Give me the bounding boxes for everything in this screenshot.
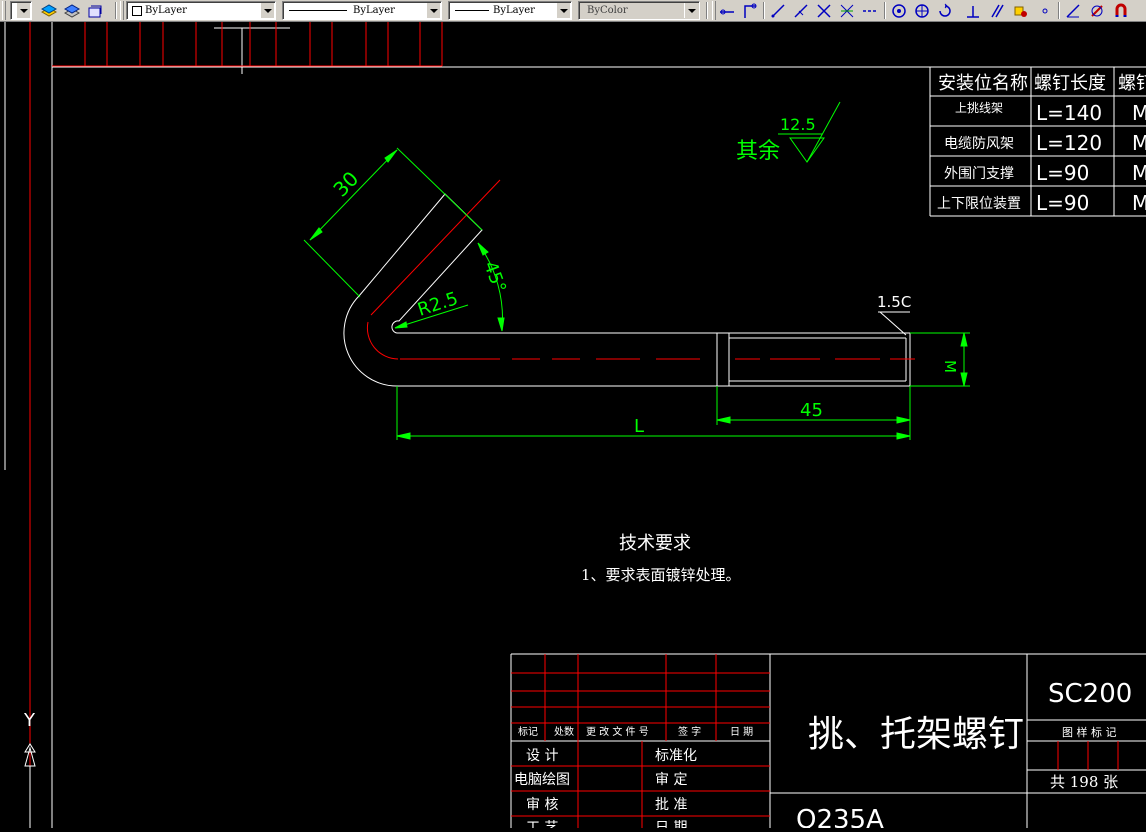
bolt-table-cell: M	[1132, 161, 1146, 185]
layer-previous-icon[interactable]	[63, 2, 81, 19]
toolbar-grip[interactable]	[2, 1, 6, 20]
part-name: 挑、托架螺钉	[808, 714, 1024, 755]
toolbar-separator	[115, 2, 117, 19]
drawing-canvas[interactable]: 30 45° R2.5 1.5C 45 L M 其余 12.5 安装位名称 螺钉…	[0, 22, 1146, 832]
linetype-combo-label: ByLayer	[353, 5, 395, 16]
bolt-table-header-name: 安装位名称	[938, 73, 1028, 94]
revision-header: 签 字	[678, 725, 701, 738]
dim-total-length: L	[634, 416, 644, 437]
bolt-table-cell: 上下限位装置	[937, 196, 1021, 212]
dim-thread-length: 45	[800, 400, 823, 421]
material: Q235A	[796, 805, 884, 828]
toolbar-grip[interactable]	[712, 1, 716, 20]
title-block-label: 设 计	[526, 748, 558, 764]
toolbar-separator	[884, 2, 886, 19]
layer-off-icon[interactable]	[1012, 2, 1030, 19]
bolt-table-cell: L=140	[1036, 101, 1102, 125]
dimensions	[303, 147, 970, 440]
chevron-down-icon[interactable]	[260, 3, 274, 18]
title-block-label: 标准化	[655, 748, 697, 764]
layer-manager-icon[interactable]	[40, 2, 58, 19]
bolt-table-header-length: 螺钉长度	[1034, 73, 1106, 94]
chevron-down-icon[interactable]	[684, 3, 698, 18]
toolbar-separator	[1058, 2, 1060, 19]
revision-header: 标记	[518, 726, 538, 738]
polar-icon[interactable]	[1064, 2, 1082, 19]
bolt-table-cell: 外围门支撑	[944, 166, 1014, 182]
dim-radius: R2.5	[415, 288, 461, 321]
sample-mark: 图 样 标 记	[1062, 725, 1117, 739]
rotate-icon[interactable]	[936, 2, 954, 19]
bolt-centerline	[366, 179, 915, 360]
tech-requirement-item: 1、要求表面镀锌处理。	[581, 566, 741, 584]
intersect-icon[interactable]	[815, 2, 833, 19]
toolbar-separator	[706, 2, 708, 19]
snap-center-icon[interactable]	[913, 2, 931, 19]
toolbar-grip[interactable]	[120, 1, 124, 20]
revision-header: 处数	[554, 725, 574, 738]
point-icon[interactable]	[1036, 2, 1054, 19]
color-combo-label: ByLayer	[145, 5, 187, 16]
toolbar: ByLayer ByLayer ByLayer ByColor	[0, 0, 1146, 22]
title-block-label: 批 准	[655, 797, 687, 813]
layer-state-icon[interactable]	[86, 2, 104, 19]
revision-header: 更 改 文 件 号	[586, 725, 649, 738]
chamfer-leader	[878, 311, 910, 336]
dim-angle: 45°	[479, 259, 510, 296]
title-block-label: 日 期	[655, 820, 687, 828]
bolt-table-cell: M	[1132, 101, 1146, 125]
parallel-icon[interactable]	[988, 2, 1006, 19]
lineweight-combo[interactable]: ByLayer	[448, 1, 572, 20]
drawing-number: SC200	[1048, 679, 1132, 709]
chevron-down-icon[interactable]	[556, 3, 570, 18]
lineweight-combo-label: ByLayer	[493, 5, 535, 16]
title-block-label: 电脑绘图	[514, 772, 570, 788]
linetype-preview	[289, 10, 347, 11]
ray-icon[interactable]	[792, 2, 810, 19]
surface-finish-label: 其余	[736, 139, 780, 164]
lineweight-preview	[455, 10, 489, 11]
extend-icon[interactable]	[838, 2, 856, 19]
no-snap-icon[interactable]	[1088, 2, 1106, 19]
top-strip	[52, 22, 443, 67]
bolt-table-cell: M	[1132, 191, 1146, 215]
plotstyle-combo-label: ByColor	[587, 5, 628, 16]
spline-icon[interactable]	[741, 2, 759, 19]
ucs-axis-y: Y	[23, 710, 36, 731]
dashed-line-icon[interactable]	[861, 2, 879, 19]
bolt-outline	[343, 193, 911, 387]
total-sheets: 共 198 张	[1050, 773, 1118, 791]
bolt-table-cell: L=120	[1036, 131, 1102, 155]
bolt-table-cell: L=90	[1036, 191, 1089, 215]
magnet-icon[interactable]	[1112, 2, 1130, 19]
bolt-table-header-spec: 螺钉	[1118, 73, 1146, 94]
title-block-label: 审 核	[526, 797, 558, 813]
chevron-down-icon[interactable]	[426, 3, 440, 18]
surface-finish-value: 12.5	[780, 115, 816, 134]
perpendicular-icon[interactable]	[964, 2, 982, 19]
bolt-table-cell: 电缆防风架	[944, 136, 1014, 152]
revision-header: 日 期	[730, 726, 753, 738]
bolt-table-cell: 上挑线架	[955, 101, 1003, 115]
dim-bend-length: 30	[328, 166, 363, 201]
linetype-combo[interactable]: ByLayer	[282, 1, 442, 20]
tech-requirements-title: 技术要求	[619, 533, 691, 554]
title-block-label: 工 艺	[526, 820, 558, 828]
plotstyle-combo[interactable]: ByColor	[578, 1, 700, 20]
line-icon[interactable]	[769, 2, 787, 19]
toolbar-separator	[763, 2, 765, 19]
layer-dropdown[interactable]	[10, 1, 32, 20]
circle-icon[interactable]	[890, 2, 908, 19]
title-block-label: 审 定	[655, 772, 687, 788]
color-swatch	[132, 6, 142, 16]
drawing-svg[interactable]: 30 45° R2.5 1.5C 45 L M 其余 12.5 安装位名称 螺钉…	[0, 22, 1146, 832]
bolt-table-cell: M	[1132, 131, 1146, 155]
color-combo[interactable]: ByLayer	[126, 1, 276, 20]
dim-diameter: M	[941, 360, 959, 373]
polyline-icon[interactable]	[718, 2, 736, 19]
bolt-table-cell: L=90	[1036, 161, 1089, 185]
dim-chamfer: 1.5C	[877, 293, 911, 311]
